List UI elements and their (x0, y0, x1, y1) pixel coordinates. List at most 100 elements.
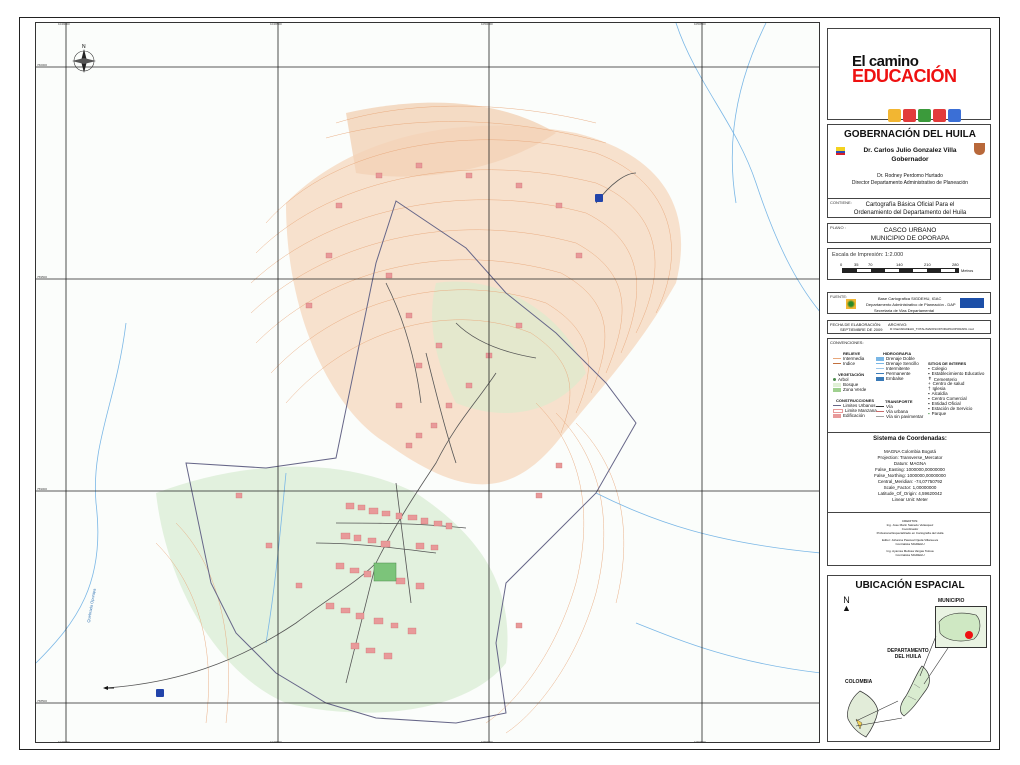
legend-panel: El camino EDUCACIÓN GOBERNACIÓN DEL HUIL… (827, 22, 999, 743)
fuente-box: FUENTE: Base Cartografica SIGDEHU, IGAC … (827, 292, 991, 314)
coordinates-title: Sistema de Coordenadas: (873, 436, 947, 442)
credit-line: Contratista SIGDEHU (895, 542, 925, 546)
coordinate-line: Scale_Factor: 1,00000000 (883, 485, 937, 490)
fuente-line3: Secretaria de Vias Departamental (874, 308, 934, 313)
archivo-value: D:\Vias\SIGDEHU_TOTAL\MAPAS\OPORAPA\OPOR… (890, 327, 974, 331)
legend-item: Embalse (876, 376, 904, 381)
grid-tick-left: 758500 (37, 699, 48, 703)
credit-line: Profesional Especializado en Cartografía… (876, 531, 944, 535)
building-swatch (833, 413, 841, 418)
scale-tick: 210 (924, 262, 931, 267)
map-canvas[interactable]: N 1049000 1049500 1050000 1050500 104900… (35, 22, 820, 743)
legend-item: Edificación (833, 413, 865, 418)
north-arrow-icon: N (72, 44, 96, 73)
svg-text:N: N (82, 44, 86, 50)
plano-box: PLANO : CASCO URBANO MUNICIPIO DE OPORAP… (827, 223, 991, 243)
logo-icon (903, 109, 916, 122)
contiene-line2: Ordenamiento del Departamento del Huila (853, 210, 967, 216)
contiene-box: CONTIENE: Cartografía Básica Oficial Par… (827, 198, 991, 218)
direction-arrow-icon (103, 686, 114, 690)
road-shield-icon (595, 194, 603, 202)
grid-tick-top: 1049000 (58, 22, 70, 26)
grid-tick-left: 759500 (37, 275, 48, 279)
vegetation-zone (156, 466, 508, 713)
road-swatch (876, 406, 884, 407)
fecha-box: FECHA DE ELABORACIÓN: SEPTIEMBRE DE 2009… (827, 320, 991, 334)
scale-tick: 70 (868, 262, 873, 267)
scale-title: Escala de Impresión: 1:2.000 (832, 252, 904, 258)
boundary-swatch (833, 405, 841, 406)
river-swatch (876, 363, 884, 364)
legend-item: Zona Verde (833, 387, 866, 392)
legend-box: CONVENCIONES: RELIEVE Intermedia Indice … (827, 338, 991, 446)
grid-tick-bottom: 1049000 (58, 740, 70, 743)
grid-tick-top: 1050500 (694, 22, 706, 26)
grid-tick-left: 759000 (37, 487, 48, 491)
road-swatch (876, 411, 884, 412)
river-swatch (876, 368, 884, 369)
inset-connector-lines (855, 635, 949, 727)
logo-icon (918, 109, 931, 122)
coordinate-line: Datum: MAGNA (893, 461, 927, 466)
coordinate-line: Linear Unit: Meter (892, 497, 928, 502)
contour-swatch (833, 358, 841, 359)
government-title: GOBERNACIÓN DEL HUILA (843, 129, 977, 140)
river-swatch (876, 373, 884, 374)
river-swatch (876, 356, 884, 361)
plano-line2: MUNICIPIO DE OPORAPA (870, 235, 950, 242)
coordinate-line: Central_Meridian: -74,07750792 (877, 479, 943, 484)
director-name: Dr. Rodney Perdomo Hurtado (877, 173, 943, 179)
scale-tick: 140 (896, 262, 903, 267)
scale-tick: 0 (840, 262, 843, 267)
plano-line1: CASCO URBANO (883, 227, 937, 234)
coordinate-line: False_Northing: 1000000,00000000 (874, 473, 946, 478)
location-box: UBICACIÓN ESPACIAL N ▲ MUNICIPIO DEPARTAM… (827, 575, 991, 742)
logo-icon (933, 109, 946, 122)
park (373, 562, 397, 582)
road-swatch (876, 416, 884, 417)
igac-logo-icon (960, 298, 984, 308)
scale-unit: Metros (961, 268, 974, 273)
logo-icon (948, 109, 961, 122)
contour-swatch (833, 363, 841, 364)
fecha-value: SEPTIEMBRE DE 2009 (840, 327, 883, 332)
legend-label: CONVENCIONES: (830, 340, 864, 345)
coordinate-line: MAGNA Colombia Bogotá (883, 449, 937, 454)
reservoir-swatch (876, 376, 884, 381)
logo-box: El camino EDUCACIÓN (827, 28, 991, 122)
scale-tick: 280 (952, 262, 959, 267)
grid-tick-bottom: 1050000 (481, 740, 493, 743)
fuente-line1: Base Cartografica SIGDEHU, IGAC (878, 296, 942, 301)
forest-swatch (833, 382, 841, 387)
legend-item: Vía sin pavimentar (876, 414, 923, 419)
block-swatch (833, 408, 843, 413)
credits-box: CREDITOS: Ing. Jose Marin Salcedo Velasq… (827, 512, 991, 566)
scale-box: Escala de Impresión: 1:2.000 0 35 70 140… (827, 248, 991, 280)
coordinate-line: Latitude_Of_Origin: 4,59620042 (877, 491, 943, 496)
scale-bar (842, 268, 959, 273)
logo-icons (888, 109, 961, 122)
grid-tick-left: 760000 (37, 63, 48, 67)
governor-role: Gobernador (891, 156, 929, 163)
grid-tick-top: 1049500 (270, 22, 282, 26)
logo-line2: EDUCACIÓN (852, 66, 957, 86)
grid-tick-bottom: 1050500 (694, 740, 706, 743)
credit-line: Contratista SIGDEHU (895, 553, 925, 557)
park-icon: ▪ (928, 411, 930, 416)
governor-name: Dr. Carlos Julio Gonzalez Villa (863, 147, 957, 154)
contiene-line1: Cartografía Básica Oficial Para el (865, 202, 955, 208)
scale-tick: 35 (854, 262, 859, 267)
road-shield-icon (156, 689, 164, 697)
campaign-logo: El camino EDUCACIÓN (852, 54, 957, 86)
fuente-line2: Departamento Administrativo de Planeació… (866, 302, 956, 307)
logo-icon (888, 109, 901, 122)
director-role: Director Departamento Administrativo de … (851, 180, 969, 186)
legend-item: Indice (833, 361, 855, 366)
grid-tick-top: 1050000 (481, 22, 493, 26)
map-svg: N (36, 23, 819, 742)
coordinate-line: Projection: Transverse_Mercator (877, 455, 943, 460)
coordinate-line: False_Easting: 1000000,00000000 (875, 467, 945, 472)
legend-item: ▪ Parque (928, 411, 947, 416)
tree-icon (833, 378, 836, 381)
green-zone-swatch (833, 387, 841, 392)
